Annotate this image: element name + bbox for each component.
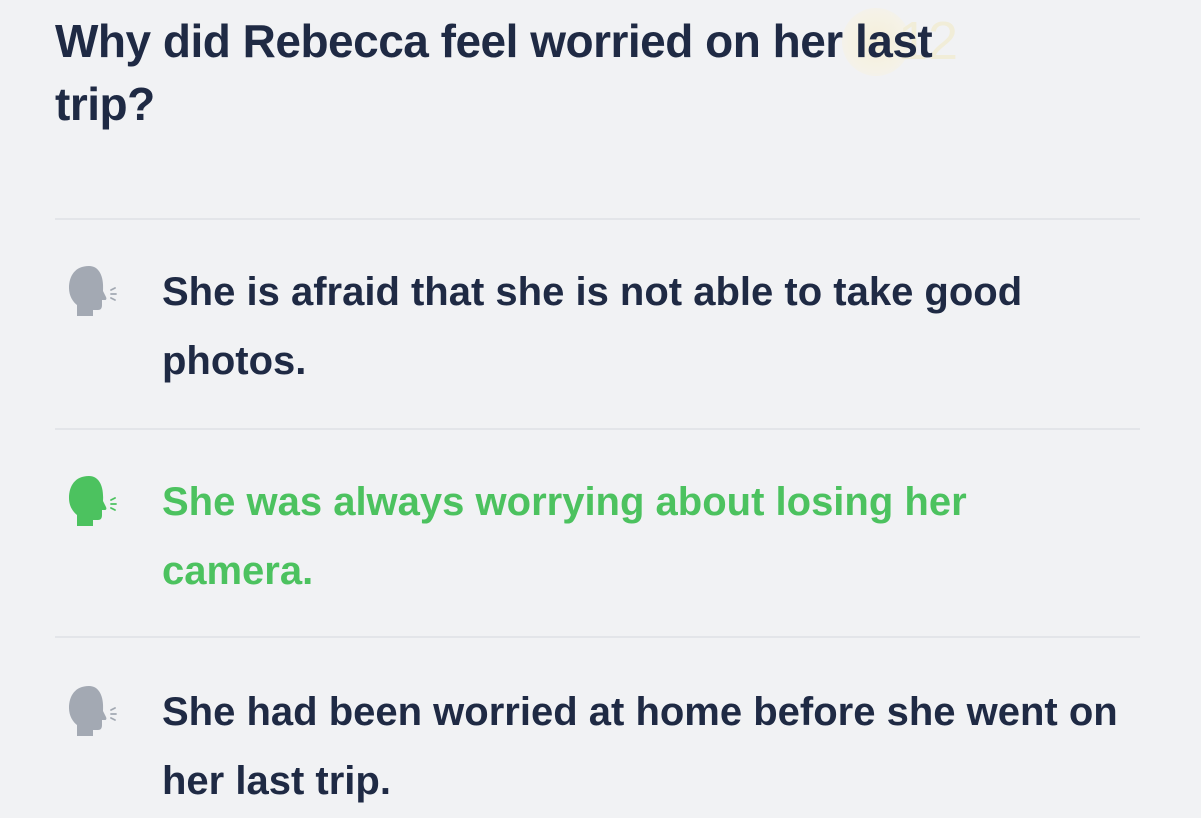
divider	[55, 636, 1140, 638]
quiz-screen: 12 Why did Rebecca feel worried on her l…	[0, 0, 1201, 818]
question-text: Why did Rebecca feel worried on her last…	[55, 15, 933, 130]
option-text: She was always worrying about losing her…	[162, 480, 967, 593]
answer-option-2[interactable]: She was always worrying about losing her…	[55, 430, 1145, 593]
speaking-head-icon	[69, 476, 117, 526]
option-text: She is afraid that she is not able to ta…	[162, 270, 1023, 383]
speaking-head-icon	[69, 266, 117, 316]
speaking-head-icon	[69, 686, 117, 736]
option-text: She had been worried at home before she …	[162, 690, 1118, 803]
answer-option-3[interactable]: She had been worried at home before she …	[55, 640, 1145, 803]
answer-option-1[interactable]: She is afraid that she is not able to ta…	[55, 220, 1145, 383]
